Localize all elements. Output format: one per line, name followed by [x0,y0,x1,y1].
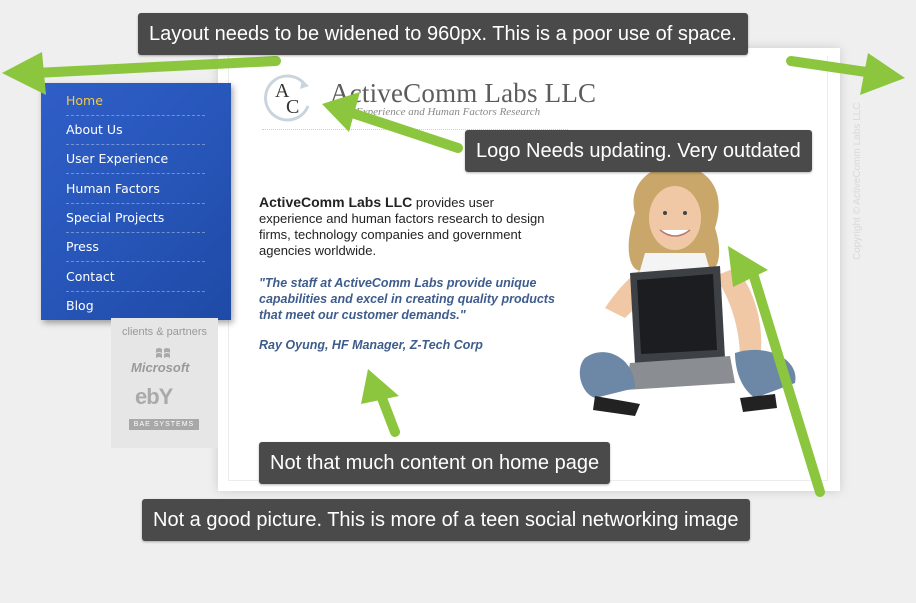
arrow-left-icon [2,52,46,95]
arrow-logo-icon [322,92,360,132]
arrow-content-icon [361,369,399,404]
arrow-right-icon [860,53,905,95]
arrow-picture-icon [728,246,768,287]
annotation-picture: Not a good picture. This is more of a te… [142,499,750,541]
annotation-logo: Logo Needs updating. Very outdated [465,130,812,172]
annotation-layout: Layout needs to be widened to 960px. Thi… [138,13,748,55]
annotation-content: Not that much content on home page [259,442,611,484]
